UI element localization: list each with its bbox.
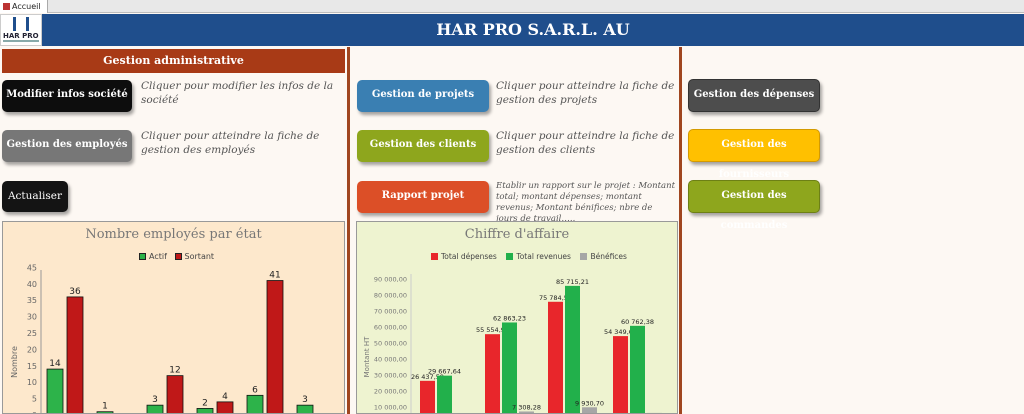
- bar-bénéfices: [582, 407, 597, 413]
- y-tick-label: 40 000,00: [374, 356, 407, 364]
- project-report-description: Etablir un rapport sur le projet : Monta…: [496, 181, 675, 224]
- employees-description: Cliquer pour atteindre la fiche de gesti…: [141, 130, 320, 156]
- revenue-chart: Chiffre d'affaire Total dépenses Total r…: [356, 221, 678, 414]
- bar-value-label: 29 667,64: [428, 368, 461, 376]
- page-title: HAR PRO S.A.R.L. AU: [42, 14, 1024, 46]
- bar-value-label: 6: [252, 385, 258, 395]
- bar-value-label: 60 762,38: [621, 318, 654, 326]
- y-axis-title: Nombre: [10, 346, 19, 378]
- bar-actif: [146, 404, 164, 413]
- bar-bénéfices: [519, 411, 534, 413]
- bar-total-revenues: [437, 375, 452, 413]
- y-tick-label: 90 000,00: [374, 276, 407, 284]
- logo-underline: [3, 40, 39, 42]
- bar-sortant: [166, 375, 184, 413]
- bar-value-label: 2: [202, 398, 208, 408]
- bar-sortant: [216, 401, 234, 413]
- bar-value-label: 36: [69, 287, 81, 297]
- y-tick-label: 45: [27, 263, 37, 272]
- y-tick-label: 0: [32, 411, 37, 413]
- bar-total-revenues: [565, 285, 580, 413]
- company-logo: HAR PRO: [0, 14, 42, 46]
- y-tick-label: 15: [27, 362, 37, 371]
- logo-mark-icon: [13, 17, 29, 31]
- column-divider-right: [679, 47, 682, 414]
- y-tick-label: 25: [27, 329, 37, 338]
- revenue-chart-plot: 90 000,00 80 000,00 70 000,00 60 000,00 50 0…: [363, 274, 662, 413]
- logo-text: HAR PRO: [3, 32, 39, 40]
- bar-value-label: 62 863,23: [493, 314, 526, 322]
- employees-chart: Nombre employés par état Actif Sortant 4…: [2, 221, 345, 414]
- y-tick-label: 10: [27, 378, 37, 387]
- bar-value-label: 14: [49, 359, 61, 369]
- tab-accueil[interactable]: Accueil: [0, 0, 48, 13]
- project-report-button[interactable]: Rapport projet: [357, 181, 489, 213]
- bar-actif: [46, 368, 64, 413]
- bar-value-label: 3: [302, 395, 308, 405]
- bar-total-dépenses: [485, 334, 500, 413]
- employees-chart-plot: 45 40 35 30 25 20 15 10 5 0 Nombre 14 36 1 3 12 2 4 6 41 3: [10, 263, 314, 413]
- y-tick-label: 20: [27, 345, 37, 354]
- y-tick-label: 80 000,00: [374, 292, 407, 300]
- bar-value-label: 12: [169, 366, 180, 376]
- y-tick-label: 5: [32, 395, 37, 404]
- bar-value-label: 3: [152, 395, 158, 405]
- bar-total-revenues: [630, 325, 645, 413]
- clients-button[interactable]: Gestion des clients: [357, 130, 489, 162]
- y-tick-label: 70 000,00: [374, 308, 407, 316]
- tab-bar: Accueil: [0, 0, 1024, 13]
- y-tick-label: 30 000,00: [374, 372, 407, 380]
- form-icon: [3, 3, 10, 10]
- bar-value-label: 9 930,70: [575, 399, 604, 407]
- bar-value-label: 4: [222, 392, 228, 402]
- projects-description: Cliquer pour atteindre la fiche de gesti…: [496, 80, 675, 106]
- bar-value-label: 1: [102, 402, 108, 412]
- bar-sortant: [66, 296, 84, 413]
- bar-value-label: 85 715,21: [556, 278, 589, 286]
- edit-company-info-description: Cliquer pour modifier les infos de la so…: [141, 80, 334, 106]
- section-title-admin: Gestion administrative: [2, 49, 345, 73]
- y-tick-label: 60 000,00: [374, 324, 407, 332]
- y-tick-label: 40: [27, 280, 37, 289]
- bar-actif: [196, 408, 214, 413]
- bar-value-label: 41: [269, 271, 280, 281]
- orders-button[interactable]: Gestion des commandes: [688, 180, 820, 231]
- bar-value-label: 7 308,28: [512, 403, 541, 411]
- suppliers-button[interactable]: Gestion des fournisseurs: [688, 129, 820, 180]
- y-tick-label: 10 000,00: [374, 404, 407, 412]
- column-divider-left: [347, 47, 350, 414]
- bar-sortant: [266, 280, 284, 413]
- expenses-button[interactable]: Gestion des dépenses: [688, 79, 820, 112]
- bar-actif: [296, 404, 314, 413]
- employees-button[interactable]: Gestion des employés: [2, 130, 132, 162]
- bar-total-revenues: [502, 322, 517, 413]
- projects-button[interactable]: Gestion de projets: [357, 80, 489, 112]
- bar-actif: [246, 394, 264, 413]
- bar-total-dépenses: [420, 380, 435, 413]
- edit-company-info-button[interactable]: Modifier infos société: [2, 80, 132, 112]
- refresh-button[interactable]: Actualiser: [2, 181, 68, 212]
- clients-description: Cliquer pour atteindre la fiche de gesti…: [496, 130, 675, 156]
- y-tick-label: 30: [27, 313, 37, 322]
- y-axis-title: Montant HT: [363, 336, 371, 377]
- bar-actif: [96, 411, 114, 413]
- bar-total-dépenses: [613, 336, 628, 413]
- y-tick-label: 35: [27, 296, 37, 305]
- tab-label: Accueil: [12, 2, 41, 11]
- y-tick-label: 20 000,00: [374, 388, 407, 396]
- bar-total-dépenses: [548, 301, 563, 413]
- y-tick-label: 50 000,00: [374, 340, 407, 348]
